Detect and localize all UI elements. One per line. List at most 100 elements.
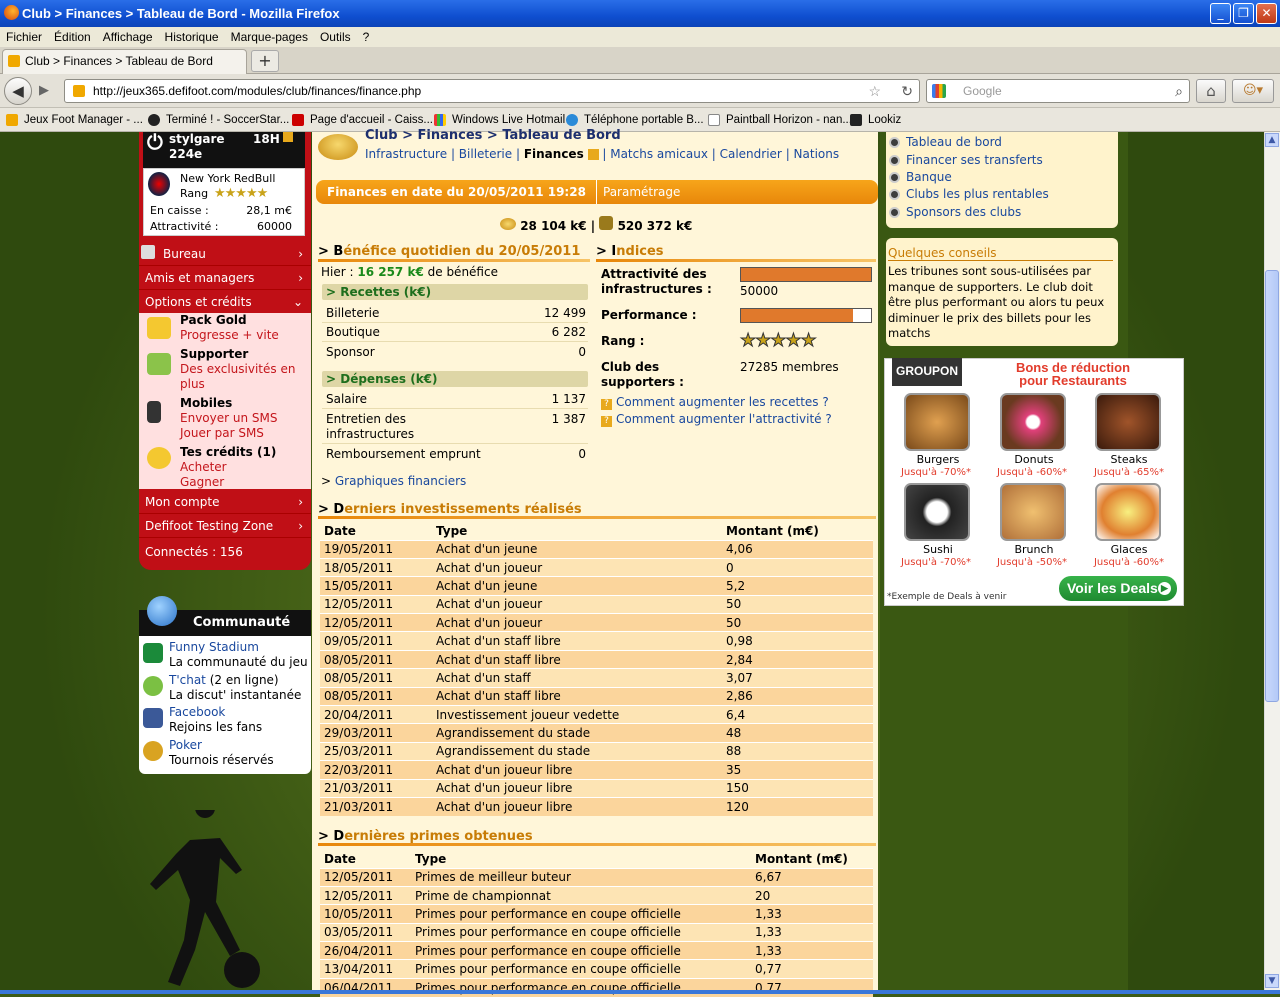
ice-cream-image[interactable] [1095,483,1161,541]
bureau-icon [141,245,155,259]
cell-type: Prime de championnat [411,885,751,905]
parametrage-link[interactable]: Paramétrage [596,180,680,204]
chevron-right-icon: › [298,495,303,509]
steak-image[interactable] [1095,393,1161,451]
scroll-down-arrow[interactable]: ▼ [1265,974,1279,988]
bookmark-item[interactable]: Terminé ! - SoccerStar... [146,108,289,132]
menu-outils[interactable]: Outils [320,30,351,44]
link-financer-transferts[interactable]: Financer ses transferts [889,153,1043,167]
recette-row: Sponsor 0 [326,345,586,359]
bookmark-item[interactable]: Jeux Foot Manager - ... [4,108,143,132]
money-summary: 28 104 k€ | 520 372 k€ [500,216,692,233]
link-banque[interactable]: Banque [889,170,952,184]
donut-image[interactable] [1000,393,1066,451]
performance-bar [740,308,872,323]
supporters-label: Club des supporters : [601,360,684,389]
menu-fichier[interactable]: Fichier [6,30,42,44]
cell-date: 12/05/2011 [320,613,432,632]
table-row: 29/03/2011 Agrandissement du stade 48 [320,723,873,743]
help-icon: ? [601,399,612,410]
menu-options[interactable]: Options et crédits ⌄ [139,290,311,314]
food-discount: Jusqu'à -50%* [996,557,1068,568]
menu-mon-compte[interactable]: Mon compte › [139,490,311,514]
link-clubs-rentables[interactable]: Clubs les plus rentables [889,187,1049,201]
menu-affichage[interactable]: Affichage [103,30,153,44]
link-tableau-de-bord[interactable]: Tableau de bord [889,135,1002,149]
club-name[interactable]: New York RedBull [180,172,275,185]
depense-row: Salaire 1 137 [326,392,586,406]
menu-bar: Fichier Édition Affichage Historique Marque-… [0,27,1280,47]
forward-button[interactable]: ▶ [32,81,56,101]
url-bar[interactable]: http://jeux365.defifoot.com/modules/club… [64,79,920,103]
site-identity-icon [73,85,85,97]
scroll-thumb[interactable] [1265,270,1279,702]
cell-type: Achat d'un staff [432,668,722,688]
menu-edition[interactable]: Édition [54,30,91,44]
menu-historique[interactable]: Historique [165,30,219,44]
option-mobiles[interactable]: Mobiles Envoyer un SMS Jouer par SMS [180,396,277,441]
cell-type: Achat d'un staff libre [432,686,722,706]
cell-date: 26/04/2011 [320,941,411,960]
search-box[interactable]: Google ⌕ [926,79,1190,103]
maximize-button[interactable]: ❐ [1233,3,1254,24]
burger-image[interactable] [904,393,970,451]
cell-date: 21/03/2011 [320,796,432,816]
brunch-image[interactable] [1000,483,1066,541]
search-icon[interactable]: ⌕ [1175,80,1183,102]
subnav-infrastructure[interactable]: Infrastructure [365,147,447,161]
table-row: 08/05/2011 Achat d'un staff libre 2,86 [320,686,873,706]
tab-active[interactable]: Club > Finances > Tableau de Bord [2,49,247,74]
subnav-matchs-amicaux[interactable]: Matchs amicaux [610,147,708,161]
rang-stars-icon: ★★★★★ [740,330,818,352]
section-divider [318,843,876,846]
food-name: Sushi [923,543,953,556]
depense-row: Remboursement emprunt 0 [326,447,586,461]
user-box: ⏻ stylgare 18H 224e [143,132,305,168]
subnav-calendrier[interactable]: Calendrier [720,147,782,161]
close-button[interactable]: ✕ [1256,3,1277,24]
bookmark-star-icon[interactable]: ☆ [868,80,881,102]
menu-testing-zone[interactable]: Defifoot Testing Zone › [139,514,311,538]
option-pack-gold[interactable]: Pack Gold Progresse + vite [180,313,279,343]
finance-date: Finances en date du 20/05/2011 19:28 [327,185,586,199]
scroll-up-arrow[interactable]: ▲ [1265,133,1279,147]
menu-help[interactable]: ? [363,30,370,44]
question-attractivite-link[interactable]: ? Comment augmenter l'attractivité ? [601,412,832,427]
voir-deals-button[interactable]: Voir les Deals ▶ [1059,576,1177,601]
option-supporter[interactable]: Supporter Des exclusivités en plus [180,347,295,392]
addon-button[interactable]: ☺▾ [1232,79,1274,103]
subnav-nations[interactable]: Nations [794,147,840,161]
finance-subnav: Infrastructure | Billeterie | Finances |… [365,147,840,161]
menu-marque-pages[interactable]: Marque-pages [231,30,308,44]
link-sponsors[interactable]: Sponsors des clubs [889,205,1021,219]
cell-type: Achat d'un jeune [432,539,722,559]
food-name: Brunch [1014,543,1054,556]
cell-type: Achat d'un joueur [432,557,722,577]
option-credits[interactable]: Tes crédits (1) Acheter Gagner [180,445,276,490]
table-row: 13/04/2011 Primes pour performance en cou… [320,959,873,979]
col-date: Date [324,523,356,538]
bookmark-favicon-icon [6,114,18,126]
minimize-button[interactable]: _ [1210,3,1231,24]
subnav-billeterie[interactable]: Billeterie [459,147,512,161]
cell-date: 19/05/2011 [320,539,432,559]
food-discount: Jusqu'à -60%* [1093,557,1165,568]
bookmark-item[interactable]: Lookiz [848,108,901,132]
reload-icon[interactable]: ↻ [901,80,913,102]
back-button[interactable]: ◀ [4,77,32,105]
power-icon[interactable]: ⏻ [147,132,163,152]
home-button[interactable]: ⌂ [1196,79,1226,103]
menu-bureau[interactable]: Bureau › [139,242,311,266]
cell-montant: 50 [722,594,873,614]
cell-montant: 5,2 [722,576,873,596]
question-recettes-link[interactable]: ? Comment augmenter les recettes ? [601,395,829,410]
bookmark-item[interactable]: Paintball Horizon - nan... [706,108,852,132]
menu-amis[interactable]: Amis et managers › [139,266,311,290]
bullet-icon [889,172,900,183]
table-row: 15/05/2011 Achat d'un jeune 5,2 [320,576,873,596]
new-tab-button[interactable]: + [251,50,279,72]
google-icon [932,84,946,98]
help-icon[interactable] [587,149,599,160]
graphiques-link[interactable]: > Graphiques financiers [321,474,466,488]
sushi-image[interactable] [904,483,970,541]
